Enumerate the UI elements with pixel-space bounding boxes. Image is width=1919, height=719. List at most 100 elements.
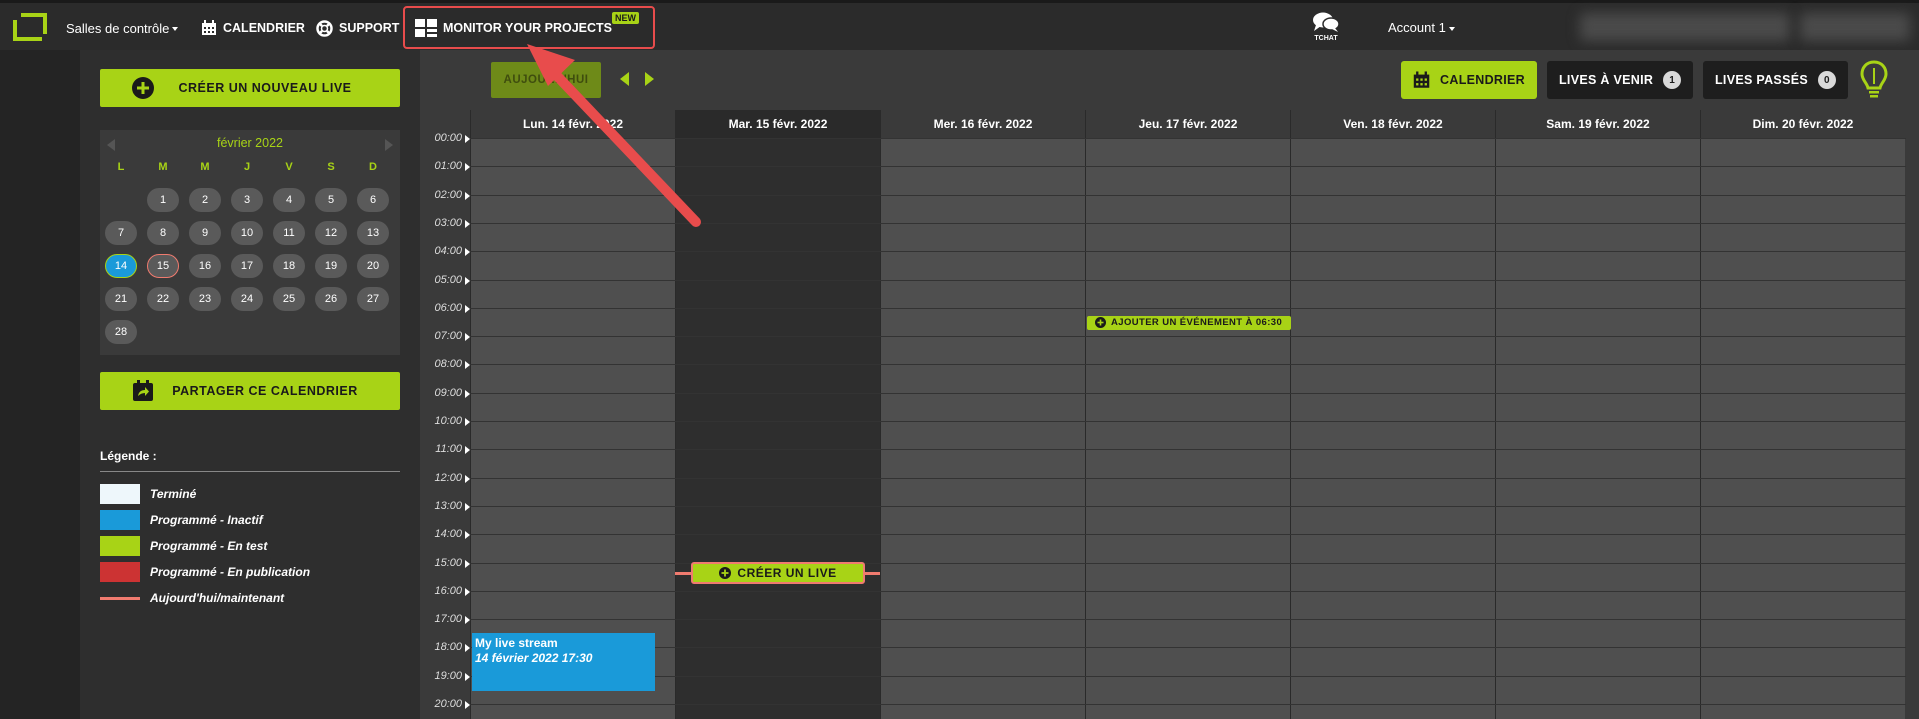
mini-calendar-day[interactable]: 2 <box>189 188 221 212</box>
legend-label: Programmé - En test <box>150 539 268 553</box>
share-calendar-button[interactable]: PARTAGER CE CALENDRIER <box>100 372 400 410</box>
create-live-slot-button[interactable]: CRÉER UN LIVE <box>691 562 865 585</box>
legend-label: Terminé <box>150 487 197 501</box>
mini-calendar-day[interactable]: 8 <box>147 221 179 245</box>
legend-divider <box>100 471 400 472</box>
day-column-header[interactable]: Sam. 19 févr. 2022 <box>1495 110 1700 138</box>
mini-calendar-day[interactable]: 4 <box>273 188 305 212</box>
hour-gridline <box>470 307 1906 309</box>
past-lives-button[interactable]: LIVES PASSÉS 0 <box>1703 61 1848 99</box>
hour-gridline <box>470 562 1906 564</box>
redacted-area <box>1580 13 1790 41</box>
day-column-header[interactable]: Lun. 14 févr. 2022 <box>470 110 675 138</box>
add-event-button[interactable]: AJOUTER UN ÉVÉNEMENT À 06:30 <box>1087 315 1291 330</box>
plus-circle-icon <box>719 567 732 580</box>
day-column[interactable] <box>470 138 675 719</box>
weekday-header: D <box>369 161 377 173</box>
prev-week-arrow[interactable] <box>620 72 629 86</box>
hour-gridline <box>470 194 1906 196</box>
mini-calendar-day[interactable]: 10 <box>231 221 263 245</box>
mini-calendar-day[interactable]: 12 <box>315 221 347 245</box>
calendar-area: AUJOURD'HUI CALENDRIER LIVES À VENIR 1 L… <box>420 50 1919 719</box>
create-live-button[interactable]: CRÉER UN NOUVEAU LIVE <box>100 69 400 107</box>
nav-calendar[interactable]: CALENDRIER <box>201 16 305 40</box>
mini-calendar-day[interactable]: 6 <box>357 188 389 212</box>
event-date: 14 février 2022 17:30 <box>475 651 593 666</box>
upcoming-lives-button[interactable]: LIVES À VENIR 1 <box>1547 61 1694 99</box>
nav-support[interactable]: SUPPORT <box>316 16 399 40</box>
week-grid: Lun. 14 févr. 2022 Mar. 15 févr. 2022 Mer.… <box>434 110 1906 719</box>
tchat-button[interactable]: TCHAT <box>1306 11 1346 42</box>
day-column-header[interactable]: Mer. 16 févr. 2022 <box>880 110 1085 138</box>
past-count-badge: 0 <box>1817 71 1836 89</box>
weekday-header: L <box>117 161 125 173</box>
day-column-header[interactable]: Mar. 15 févr. 2022 <box>675 110 880 138</box>
day-column[interactable] <box>880 138 1085 719</box>
mini-calendar-day[interactable]: 23 <box>189 287 221 311</box>
day-column-header[interactable]: Jeu. 17 févr. 2022 <box>1085 110 1290 138</box>
calendar-event[interactable]: My live stream 14 février 2022 17:30 <box>472 633 655 692</box>
mini-calendar-month: février 2022 <box>216 136 283 150</box>
mini-calendar-day[interactable]: 25 <box>273 287 305 311</box>
mini-calendar-day[interactable]: 17 <box>231 254 263 278</box>
hour-gridline <box>470 619 1906 621</box>
left-strip <box>0 50 80 719</box>
mini-calendar-day[interactable]: 15 <box>147 254 179 278</box>
legend-title: Légende : <box>100 449 157 463</box>
mini-calendar-day[interactable]: 14 <box>105 254 137 278</box>
mini-calendar-day[interactable]: 11 <box>273 221 305 245</box>
mini-calendar-day[interactable]: 3 <box>231 188 263 212</box>
mini-calendar-day[interactable]: 5 <box>315 188 347 212</box>
mini-calendar-day[interactable]: 26 <box>315 287 347 311</box>
sidebar: CRÉER UN NOUVEAU LIVE février 2022 L M M J V… <box>80 50 420 719</box>
chevron-down-icon <box>172 27 179 31</box>
mini-calendar-day[interactable]: 24 <box>231 287 263 311</box>
day-column-header[interactable]: Ven. 18 févr. 2022 <box>1290 110 1495 138</box>
mini-calendar-day[interactable]: 9 <box>189 221 221 245</box>
today-button[interactable]: AUJOURD'HUI <box>491 62 601 98</box>
calendar-icon <box>202 20 216 35</box>
legend-item: Aujourd'hui/maintenant <box>100 588 284 608</box>
day-column[interactable] <box>675 138 880 719</box>
nav-calendar-label: CALENDRIER <box>223 21 305 35</box>
top-navbar: Salles de contrôle CALENDRIER SUPPORT MO… <box>0 0 1919 50</box>
hour-gridline <box>470 647 1906 649</box>
mini-calendar-day[interactable]: 20 <box>357 254 389 278</box>
legend-swatch <box>100 484 140 504</box>
hour-gridline <box>470 251 1906 253</box>
day-column[interactable] <box>1495 138 1700 719</box>
hour-gridline <box>470 704 1906 705</box>
next-month-arrow[interactable] <box>385 139 393 151</box>
hour-label: 08:00 <box>420 358 470 370</box>
next-week-arrow[interactable] <box>645 72 654 86</box>
hour-gridline <box>470 449 1906 451</box>
legend-swatch <box>100 536 140 556</box>
legend-item: Programmé - En publication <box>100 562 310 582</box>
weekday-header: M <box>158 161 168 173</box>
mini-calendar-day[interactable]: 28 <box>105 320 137 344</box>
mini-calendar-day[interactable]: 7 <box>105 221 137 245</box>
day-column[interactable] <box>1700 138 1905 719</box>
day-column-header[interactable]: Dim. 20 févr. 2022 <box>1700 110 1905 138</box>
mini-calendar-day[interactable]: 21 <box>105 287 137 311</box>
mini-calendar-day[interactable]: 18 <box>273 254 305 278</box>
app-logo-icon[interactable] <box>12 12 48 42</box>
day-column[interactable] <box>1290 138 1495 719</box>
mini-calendar-day[interactable]: 16 <box>189 254 221 278</box>
day-column[interactable] <box>1085 138 1290 719</box>
mini-calendar-day[interactable]: 22 <box>147 287 179 311</box>
nav-rooms-dropdown[interactable]: Salles de contrôle <box>66 16 179 40</box>
mini-calendar-day[interactable]: 27 <box>357 287 389 311</box>
hour-gridline <box>470 166 1906 168</box>
lightbulb-icon[interactable] <box>1860 60 1888 100</box>
mini-calendar-day[interactable]: 13 <box>357 221 389 245</box>
mini-calendar-day[interactable]: 1 <box>147 188 179 212</box>
hour-label: 05:00 <box>420 274 470 286</box>
hour-label: 00:00 <box>420 132 470 144</box>
view-calendar-button[interactable]: CALENDRIER <box>1401 61 1537 99</box>
weekday-header: J <box>243 161 251 173</box>
mini-calendar-day[interactable]: 19 <box>315 254 347 278</box>
hour-gridline <box>470 590 1906 592</box>
hour-label: 13:00 <box>420 500 470 512</box>
account-dropdown[interactable]: Account 1 <box>1388 20 1455 35</box>
